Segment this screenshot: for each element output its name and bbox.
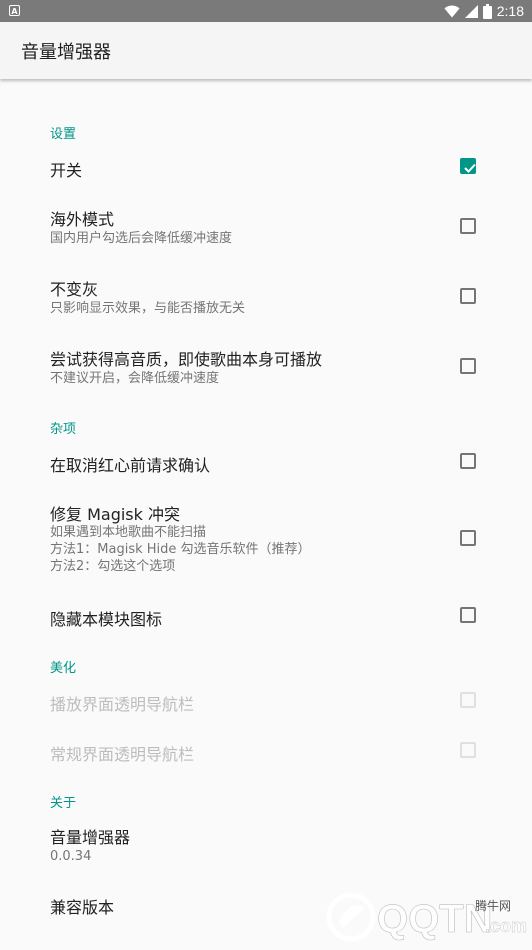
high-quality-checkbox[interactable] <box>460 358 476 374</box>
status-bar: A 2:18 <box>0 0 532 22</box>
signal-icon <box>464 4 478 18</box>
pref-player-transparent-nav[interactable]: 播放界面透明导航栏 <box>0 673 532 729</box>
notification-app-icon: A <box>9 5 20 16</box>
pref-summary-line: 方法2：勾选这个选项 <box>50 559 176 574</box>
status-icons: 2:18 <box>444 0 524 22</box>
pref-no-gray[interactable]: 不变灰 只影响显示效果，与能否播放无关 <box>0 261 532 331</box>
pref-high-quality[interactable]: 尝试获得高音质，即使歌曲本身可播放 不建议开启，会降低缓冲速度 <box>0 331 532 401</box>
pref-summary-line: 如果遇到本地歌曲不能扫描 <box>50 525 207 540</box>
pref-summary: 国内用户勾选后会降低缓冲速度 <box>50 231 233 246</box>
hide-icon-checkbox[interactable] <box>460 607 476 623</box>
preferences-list: 设置 开关 海外模式 国内用户勾选后会降低缓冲速度 不变灰 只影响显示效果，与能… <box>0 79 532 946</box>
pref-summary: 不建议开启，会降低缓冲速度 <box>50 371 220 386</box>
pref-confirm-unlike[interactable]: 在取消红心前请求确认 <box>0 435 532 487</box>
watermark-suffix: .com <box>485 916 527 936</box>
pref-normal-transparent-nav[interactable]: 常规界面透明导航栏 <box>0 729 532 781</box>
pref-title: 开关 <box>50 161 83 180</box>
overseas-mode-checkbox[interactable] <box>460 218 476 234</box>
pref-summary: 只影响显示效果，与能否播放无关 <box>50 301 246 316</box>
pref-hide-icon[interactable]: 隐藏本模块图标 <box>0 592 532 640</box>
pref-title: 修复 Magisk 冲突 <box>50 505 180 524</box>
pref-switch[interactable]: 开关 <box>0 139 532 191</box>
pref-title: 常规界面透明导航栏 <box>50 745 195 764</box>
watermark-logo: QQTN .com 腾牛网 <box>325 888 532 946</box>
confirm-unlike-checkbox[interactable] <box>460 453 476 469</box>
pref-title: 音量增强器 <box>50 828 131 847</box>
pref-overseas-mode[interactable]: 海外模式 国内用户勾选后会降低缓冲速度 <box>0 191 532 261</box>
pref-summary: 0.0.34 <box>50 849 92 864</box>
switch-checkbox[interactable] <box>460 158 476 174</box>
pref-title: 播放界面透明导航栏 <box>50 695 195 714</box>
page-title: 音量增强器 <box>21 42 111 63</box>
pref-app-info[interactable]: 音量增强器 0.0.34 <box>0 809 532 874</box>
check-icon <box>464 163 476 173</box>
pref-title: 海外模式 <box>50 210 115 229</box>
wifi-icon <box>444 5 460 17</box>
magisk-fix-checkbox[interactable] <box>460 530 476 546</box>
pref-magisk-fix[interactable]: 修复 Magisk 冲突 如果遇到本地歌曲不能扫描 方法1：Magisk Hid… <box>0 487 532 592</box>
normal-transparent-nav-checkbox[interactable] <box>460 742 476 758</box>
pref-title: 在取消红心前请求确认 <box>50 456 211 475</box>
pref-title: 尝试获得高音质，即使歌曲本身可播放 <box>50 350 323 369</box>
pref-title: 不变灰 <box>50 280 99 299</box>
qqtn-logo-icon: QQTN .com 腾牛网 <box>326 892 527 942</box>
no-gray-checkbox[interactable] <box>460 288 476 304</box>
battery-icon <box>482 3 492 19</box>
watermark-site-name: 腾牛网 <box>475 898 511 913</box>
player-transparent-nav-checkbox[interactable] <box>460 692 476 708</box>
app-bar: 音量增强器 <box>0 22 532 79</box>
pref-summary-line: 方法1：Magisk Hide 勾选音乐软件（推荐） <box>50 542 311 557</box>
pref-title: 隐藏本模块图标 <box>50 610 163 629</box>
pref-title: 兼容版本 <box>50 898 115 917</box>
status-time: 2:18 <box>496 3 524 19</box>
